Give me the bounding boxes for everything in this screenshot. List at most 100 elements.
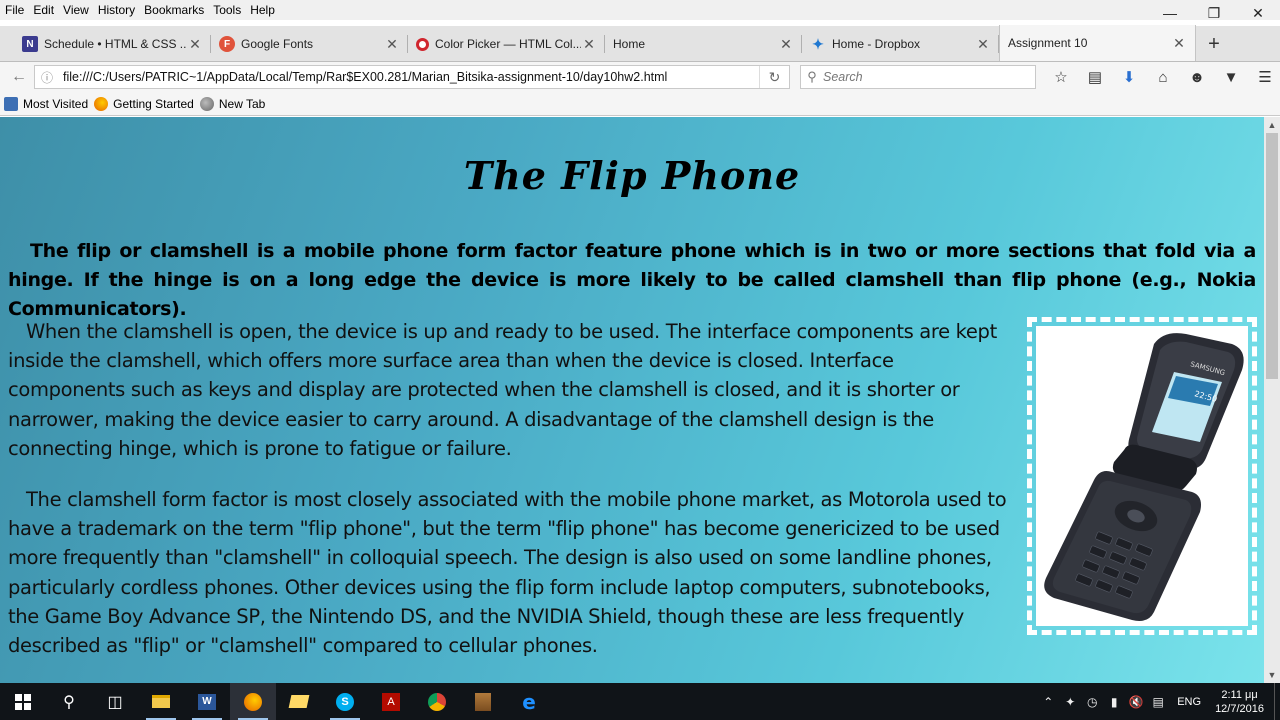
- notification-icon[interactable]: ▤: [1147, 695, 1169, 709]
- maximize-button[interactable]: ❐: [1192, 0, 1236, 26]
- task-view-icon[interactable]: ◫: [92, 683, 138, 720]
- toolbar-icons: ☆ ▤ ⬇ ⌂ ☻ ▼ ☰: [1044, 65, 1280, 89]
- vertical-scrollbar[interactable]: ▲ ▼: [1264, 117, 1280, 683]
- system-tray: ⌃ ✦ ◷ ▮ 🔇 ▤ ENG 2:11 μμ 12/7/2016: [1037, 683, 1280, 720]
- bookmark-most-visited[interactable]: Most Visited: [4, 96, 89, 111]
- bookmark-label: New Tab: [218, 96, 266, 111]
- tab-title: Color Picker — HTML Col...: [435, 37, 581, 51]
- reading-list-icon[interactable]: ▤: [1078, 65, 1112, 89]
- download-icon[interactable]: ⬇: [1112, 65, 1146, 89]
- dropbox-tray-icon[interactable]: ✦: [1059, 695, 1081, 709]
- globe-icon: [199, 96, 214, 111]
- info-icon[interactable]: ⓘ: [35, 69, 59, 86]
- flip-phone-illustration: SAMSUNG 22:50: [1044, 333, 1244, 621]
- dropbox-icon: ✦: [812, 35, 824, 52]
- intro-paragraph: The flip or clamshell is a mobile phone …: [8, 240, 1256, 320]
- bookmark-star-icon[interactable]: ☆: [1044, 65, 1078, 89]
- close-window-button[interactable]: ✕: [1236, 0, 1280, 26]
- bookmark-label: Getting Started: [113, 96, 194, 111]
- tab-assignment-10[interactable]: Assignment 10 ✕: [999, 25, 1196, 61]
- battery-icon[interactable]: ▮: [1103, 695, 1125, 709]
- minimize-button[interactable]: —: [1148, 0, 1192, 26]
- search-bar[interactable]: ⚲ Search: [800, 65, 1036, 89]
- close-tab-icon[interactable]: ✕: [778, 36, 794, 53]
- firefox-icon: [94, 96, 109, 111]
- menu-bar: File Edit View History Bookmarks Tools H…: [0, 0, 1280, 20]
- menu-bookmarks[interactable]: Bookmarks: [139, 0, 208, 20]
- chat-icon[interactable]: ☻: [1180, 65, 1214, 89]
- search-icon: ⚲: [807, 69, 817, 84]
- close-tab-icon[interactable]: ✕: [581, 36, 597, 53]
- scroll-down-icon[interactable]: ▼: [1264, 667, 1280, 683]
- menu-history[interactable]: History: [93, 0, 139, 20]
- google-fonts-icon: F: [219, 36, 235, 52]
- url-bar[interactable]: ⓘ file:///C:/Users/PATRIC~1/AppData/Loca…: [34, 65, 790, 89]
- tab-title: Home: [613, 37, 646, 51]
- most-visited-icon: [4, 96, 18, 111]
- tab-title: Home - Dropbox: [832, 37, 921, 51]
- tab-schedule[interactable]: N Schedule • HTML & CSS ... ✕: [14, 27, 211, 61]
- paragraph-2: The clamshell form factor is most closel…: [8, 488, 1007, 658]
- tab-title: Schedule • HTML & CSS ...: [44, 37, 187, 51]
- clock[interactable]: 2:11 μμ 12/7/2016: [1215, 688, 1264, 716]
- page-title: The Flip Phone: [463, 153, 801, 198]
- page-content: The Flip Phone The flip or clamshell is …: [0, 117, 1264, 683]
- search-placeholder: Search: [823, 70, 863, 84]
- close-tab-icon[interactable]: ✕: [187, 36, 203, 53]
- hamburger-menu-icon[interactable]: ☰: [1248, 65, 1280, 89]
- tab-home[interactable]: Home ✕: [605, 27, 802, 61]
- tab-google-fonts[interactable]: F Google Fonts ✕: [211, 27, 408, 61]
- windows-taskbar: ⚲ ◫ W S A e ⌃ ✦ ◷ ▮ 🔇 ▤ ENG 2:11 μμ 12/7…: [0, 683, 1280, 720]
- tab-title: Google Fonts: [241, 37, 314, 51]
- home-icon[interactable]: ⌂: [1146, 65, 1180, 89]
- chrome-icon[interactable]: [414, 683, 460, 720]
- onenote-icon: N: [22, 36, 38, 52]
- file-explorer-icon[interactable]: [138, 683, 184, 720]
- phone-image-frame: SAMSUNG 22:50: [1027, 317, 1257, 635]
- archive-icon[interactable]: [460, 683, 506, 720]
- bookmark-new-tab[interactable]: New Tab: [199, 96, 266, 111]
- paragraph-1: When the clamshell is open, the device i…: [8, 320, 997, 460]
- tab-strip: N Schedule • HTML & CSS ... ✕ F Google F…: [0, 25, 1280, 62]
- skype-icon[interactable]: S: [322, 683, 368, 720]
- scroll-up-icon[interactable]: ▲: [1264, 117, 1280, 133]
- volume-muted-icon[interactable]: 🔇: [1125, 695, 1147, 709]
- nav-toolbar: ← ⓘ file:///C:/Users/PATRIC~1/AppData/Lo…: [0, 62, 1280, 92]
- word-icon[interactable]: W: [184, 683, 230, 720]
- wifi-icon[interactable]: ◷: [1081, 695, 1103, 709]
- close-tab-icon[interactable]: ✕: [384, 36, 400, 53]
- menu-edit[interactable]: Edit: [28, 0, 58, 20]
- close-tab-icon[interactable]: ✕: [1171, 35, 1187, 52]
- flip-phone-image: SAMSUNG 22:50: [1036, 326, 1248, 626]
- opera-icon: [416, 37, 429, 51]
- search-icon[interactable]: ⚲: [46, 683, 92, 720]
- acrobat-icon[interactable]: A: [368, 683, 414, 720]
- reload-icon[interactable]: ↻: [759, 66, 789, 88]
- windows-start-icon[interactable]: [0, 683, 46, 720]
- pocket-icon[interactable]: ▼: [1214, 65, 1248, 89]
- tab-dropbox[interactable]: ✦ Home - Dropbox ✕: [802, 27, 999, 61]
- edge-icon[interactable]: e: [506, 683, 552, 720]
- menu-view[interactable]: View: [58, 0, 93, 20]
- new-tab-button[interactable]: +: [1196, 27, 1232, 61]
- language-indicator[interactable]: ENG: [1177, 696, 1201, 708]
- scroll-thumb[interactable]: [1266, 133, 1278, 379]
- show-desktop-button[interactable]: [1274, 683, 1280, 720]
- bookmark-label: Most Visited: [23, 96, 89, 111]
- folder-icon[interactable]: [276, 683, 322, 720]
- clock-date: 12/7/2016: [1215, 702, 1264, 715]
- tab-title: Assignment 10: [1008, 36, 1088, 50]
- bookmarks-toolbar: Most Visited Getting Started New Tab: [0, 92, 1280, 116]
- chevron-up-icon[interactable]: ⌃: [1037, 695, 1059, 709]
- bookmark-getting-started[interactable]: Getting Started: [94, 96, 194, 111]
- menu-file[interactable]: File: [0, 0, 28, 20]
- close-tab-icon[interactable]: ✕: [975, 36, 991, 53]
- menu-help[interactable]: Help: [245, 0, 279, 20]
- window-controls: — ❐ ✕: [1148, 0, 1280, 26]
- clock-time: 2:11 μμ: [1221, 688, 1258, 701]
- firefox-taskbar-icon[interactable]: [230, 683, 276, 720]
- menu-tools[interactable]: Tools: [208, 0, 245, 20]
- back-arrow-icon[interactable]: ←: [8, 66, 30, 88]
- url-text[interactable]: file:///C:/Users/PATRIC~1/AppData/Local/…: [59, 70, 759, 84]
- tab-color-picker[interactable]: Color Picker — HTML Col... ✕: [408, 27, 605, 61]
